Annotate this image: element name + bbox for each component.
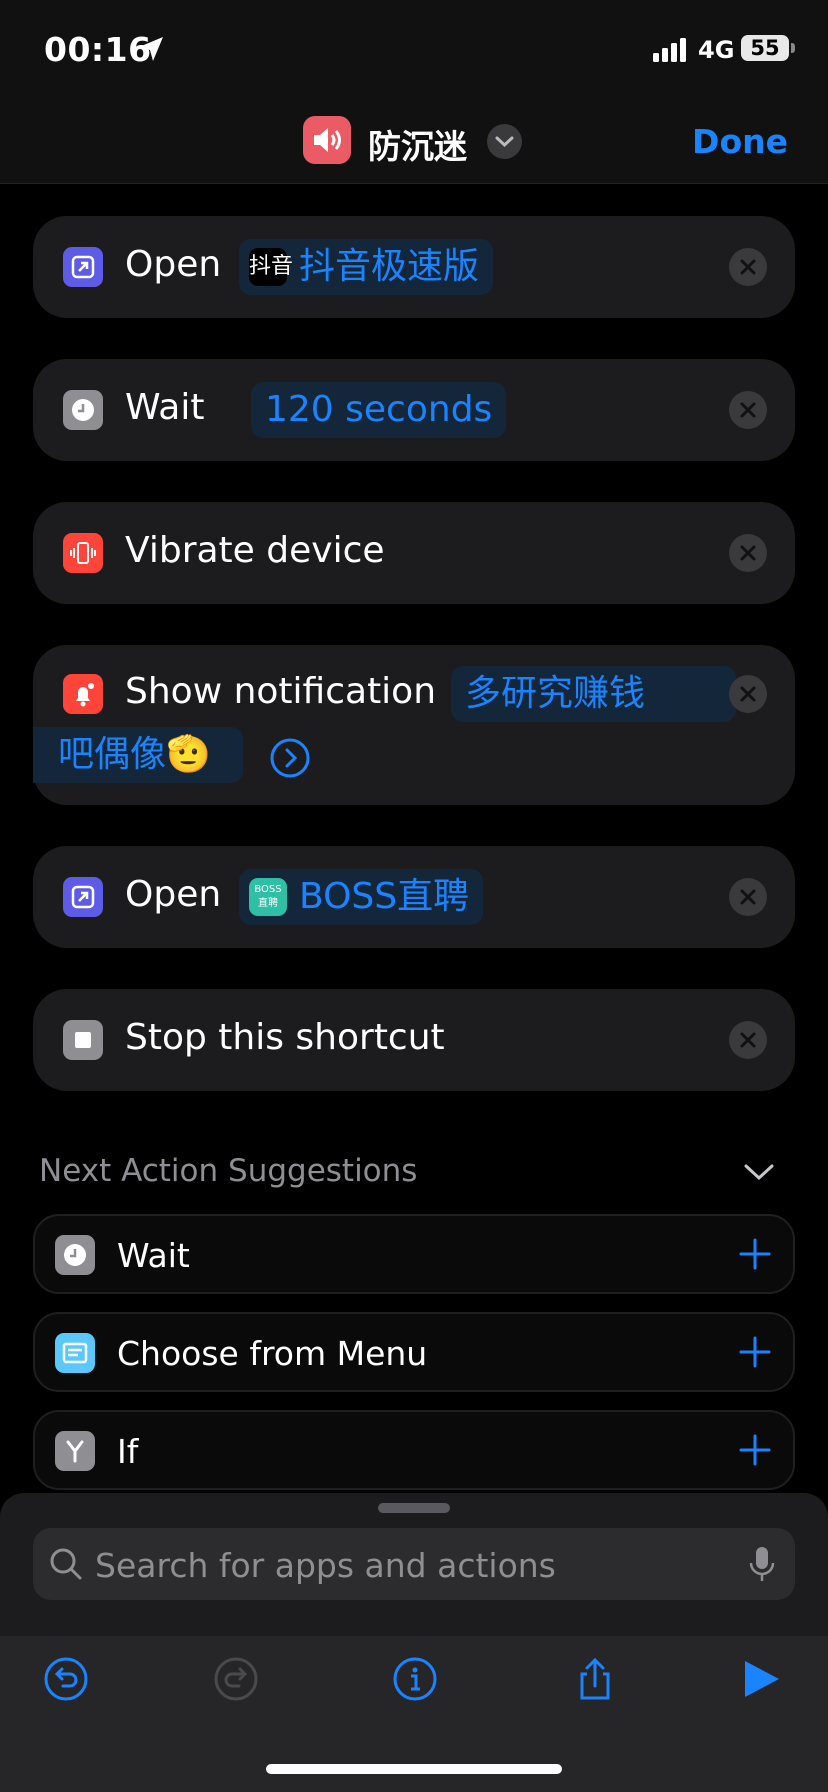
microphone-icon[interactable]	[747, 1544, 777, 1584]
chevron-right-circle-icon[interactable]	[269, 737, 311, 779]
suggestion-wait[interactable]: Wait	[33, 1214, 795, 1294]
remove-action-button[interactable]	[729, 391, 767, 429]
close-icon	[740, 259, 756, 275]
clock-icon	[63, 390, 103, 430]
close-icon	[740, 1032, 756, 1048]
menu-icon	[55, 1333, 95, 1373]
remove-action-button[interactable]	[729, 878, 767, 916]
suggestion-choose-from-menu[interactable]: Choose from Menu	[33, 1312, 795, 1392]
open-app-icon	[63, 877, 103, 917]
remove-action-button[interactable]	[729, 1021, 767, 1059]
shortcut-title[interactable]: 防沉迷	[368, 120, 467, 168]
boss-app-icon: BOSS 直聘	[249, 878, 287, 916]
close-icon	[740, 686, 756, 702]
add-icon[interactable]	[737, 1432, 773, 1468]
search-icon	[50, 1548, 82, 1580]
action-label: Stop this shortcut	[125, 1017, 445, 1058]
home-indicator	[266, 1764, 562, 1774]
action-label: Vibrate device	[125, 530, 385, 571]
close-icon	[740, 889, 756, 905]
add-icon[interactable]	[737, 1334, 773, 1370]
speaker-app-icon[interactable]	[303, 116, 351, 164]
nav-bar: 防沉迷 Done	[0, 100, 828, 184]
chevron-down-icon	[495, 136, 514, 148]
add-icon[interactable]	[737, 1236, 773, 1272]
title-menu-button[interactable]	[487, 124, 522, 159]
stop-icon	[63, 1020, 103, 1060]
location-arrow-icon	[139, 37, 163, 61]
app-token[interactable]: 抖音 抖音极速版	[239, 239, 494, 295]
open-app-icon	[63, 247, 103, 287]
status-bar: 00:16 4G 55	[0, 0, 828, 100]
cellular-signal-icon	[653, 38, 686, 62]
chevron-down-icon[interactable]	[742, 1160, 776, 1184]
speaker-icon	[314, 128, 341, 152]
redo-icon	[214, 1657, 258, 1701]
close-icon	[740, 545, 756, 561]
action-stop-shortcut[interactable]: Stop this shortcut	[33, 989, 795, 1091]
action-label: Show notification	[125, 671, 437, 712]
clock-icon	[55, 1235, 95, 1275]
undo-icon[interactable]	[43, 1656, 89, 1702]
sheet-grabber[interactable]	[378, 1503, 450, 1513]
suggestion-label: If	[117, 1432, 139, 1471]
info-icon[interactable]	[392, 1656, 438, 1702]
suggestion-label: Wait	[117, 1236, 190, 1275]
vibrate-icon	[63, 533, 103, 573]
action-open-app-2[interactable]: Open BOSS 直聘 BOSS直聘	[33, 846, 795, 948]
done-button[interactable]: Done	[692, 122, 788, 161]
remove-action-button[interactable]	[729, 675, 767, 713]
search-placeholder: Search for apps and actions	[95, 1546, 556, 1585]
suggestions-title: Next Action Suggestions	[39, 1153, 418, 1189]
remove-action-button[interactable]	[729, 248, 767, 286]
duration-token[interactable]: 120 seconds	[251, 382, 507, 438]
play-icon[interactable]	[738, 1656, 784, 1702]
app-token[interactable]: BOSS 直聘 BOSS直聘	[239, 869, 484, 925]
remove-action-button[interactable]	[729, 534, 767, 572]
network-type: 4G	[698, 36, 735, 64]
branch-icon	[55, 1431, 95, 1471]
battery-tip	[791, 43, 795, 53]
action-open-app[interactable]: Open 抖音 抖音极速版	[33, 216, 795, 318]
suggestion-if[interactable]: If	[33, 1410, 795, 1490]
action-label: Open	[125, 874, 222, 915]
action-label: Open	[125, 244, 222, 285]
action-wait[interactable]: Wait 120 seconds	[33, 359, 795, 461]
tiktok-lite-icon: 抖音	[249, 248, 293, 286]
action-show-notification[interactable]: Show notification 多研究赚钱 吧偶像🫡	[33, 645, 795, 805]
share-icon[interactable]	[572, 1656, 618, 1702]
close-icon	[740, 402, 756, 418]
action-label: Wait	[125, 387, 205, 428]
bell-icon	[63, 674, 103, 714]
action-vibrate[interactable]: Vibrate device	[33, 502, 795, 604]
battery-level: 55	[741, 35, 789, 61]
search-field[interactable]: Search for apps and actions	[33, 1528, 795, 1600]
notification-text-token-cont[interactable]: 吧偶像🫡	[33, 727, 243, 783]
suggestion-label: Choose from Menu	[117, 1334, 428, 1373]
notification-text-token[interactable]: 多研究赚钱	[451, 666, 736, 722]
